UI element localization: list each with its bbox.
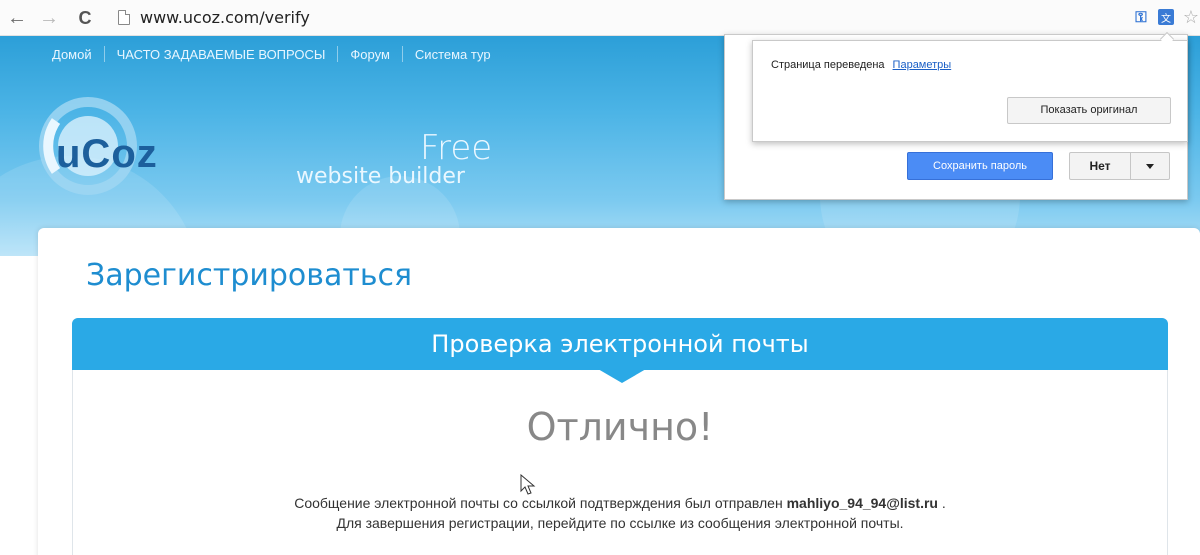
message-line-2: Для завершения регистрации, перейдите по… [336, 515, 904, 531]
forward-button[interactable]: → [38, 8, 60, 28]
page-title: Зарегистрироваться [86, 258, 413, 293]
tagline-free: Free [420, 128, 493, 168]
browser-action-icons: ⚿ 文 ☆ [1132, 7, 1200, 27]
mouse-cursor-icon [520, 474, 536, 495]
panel-header: Проверка электронной почты [72, 318, 1168, 370]
star-icon[interactable]: ☆ [1182, 7, 1200, 27]
nav-faq[interactable]: ЧАСТО ЗАДАВАЕМЫЕ ВОПРОСЫ [105, 47, 338, 62]
nav-home[interactable]: Домой [40, 47, 104, 62]
more-options-dropdown[interactable] [1130, 152, 1170, 180]
tagline-website-builder: website builder [296, 164, 465, 189]
top-navigation: Домой ЧАСТО ЗАДАВАЕМЫЕ ВОПРОСЫ Форум Сис… [40, 46, 503, 62]
url-text: www.ucoz.com/verify [140, 7, 310, 27]
key-icon[interactable]: ⚿ [1132, 8, 1150, 26]
confirmation-message: Сообщение электронной почты со ссылкой п… [0, 493, 1200, 533]
success-headline: Отлично! [526, 405, 714, 449]
message-text: Сообщение электронной почты со ссылкой п… [294, 495, 783, 511]
message-end: . [941, 495, 946, 511]
show-original-button[interactable]: Показать оригинал [1007, 97, 1171, 124]
nav-tour[interactable]: Система тур [403, 47, 503, 62]
email-address: mahliyo_94_94@list.ru [786, 495, 938, 511]
address-bar[interactable]: www.ucoz.com/verify [118, 4, 1128, 30]
page-icon [118, 9, 130, 25]
translate-status-text: Страница переведена [771, 59, 885, 71]
translate-popup: Страница переведена Параметры Показать ор… [752, 40, 1188, 142]
translate-settings-link[interactable]: Параметры [893, 59, 952, 71]
back-button[interactable]: ← [6, 8, 28, 28]
browser-toolbar: ← → C www.ucoz.com/verify ⚿ 文 ☆ [0, 0, 1200, 36]
chevron-down-icon [1146, 163, 1154, 169]
no-button[interactable]: Нет [1069, 152, 1131, 180]
translate-message: Страница переведена Параметры [771, 59, 951, 71]
reload-button[interactable]: C [74, 9, 96, 27]
logo-text: uCoz [56, 132, 158, 176]
save-password-button[interactable]: Сохранить пароль [907, 152, 1053, 180]
panel-header-arrow [598, 369, 646, 383]
translate-icon[interactable]: 文 [1158, 9, 1174, 25]
nav-forum[interactable]: Форум [338, 47, 402, 62]
